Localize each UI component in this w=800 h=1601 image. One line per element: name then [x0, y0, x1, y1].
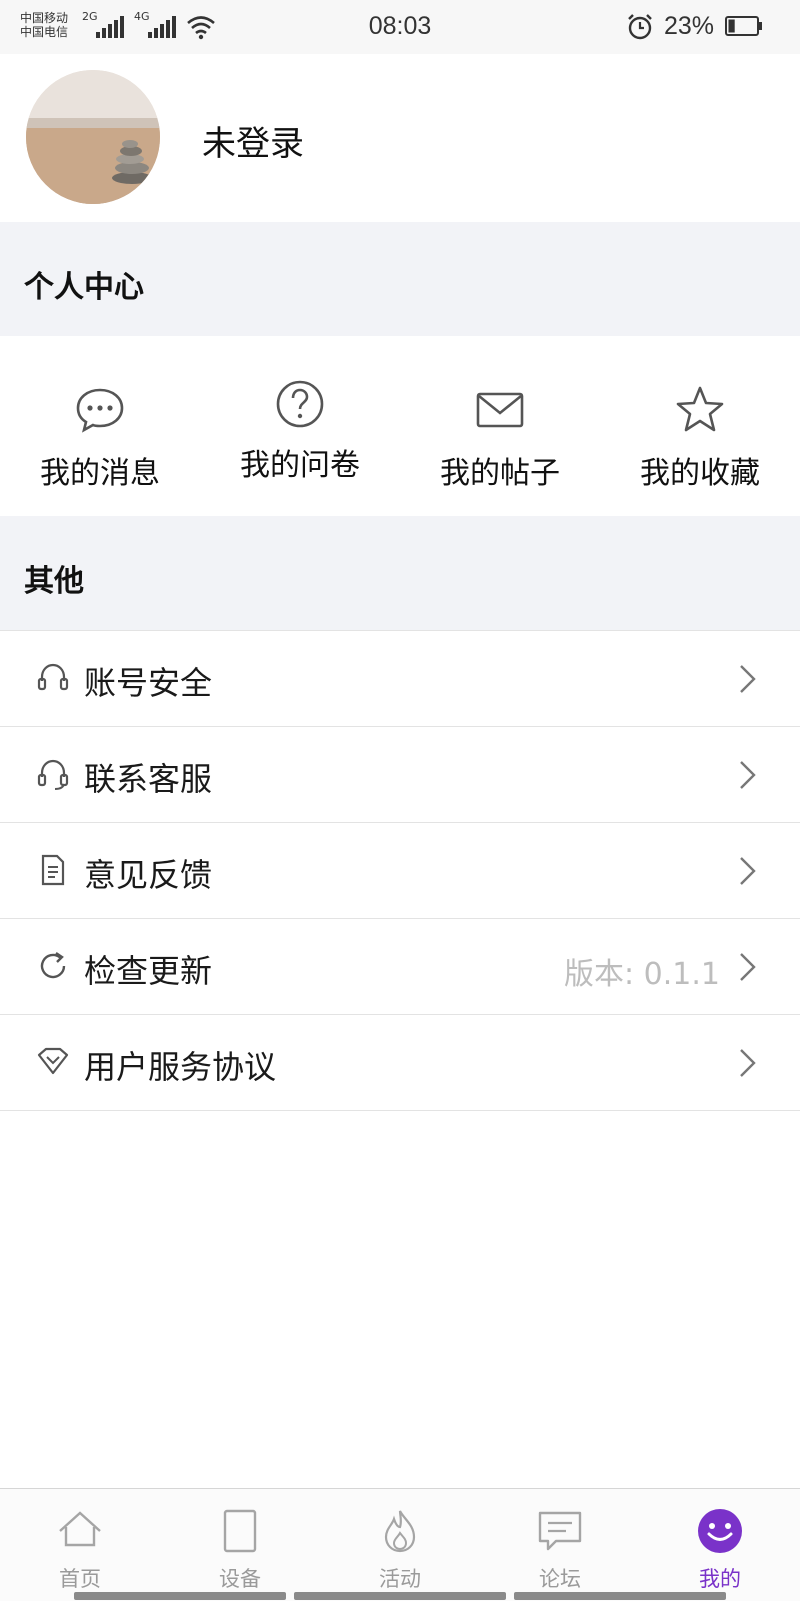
battery-percent: 23%: [664, 12, 715, 40]
device-icon: [223, 1509, 257, 1553]
menu-item-label: 检查更新: [84, 952, 213, 990]
document-icon: [41, 854, 65, 886]
tab-devices[interactable]: 设备: [160, 1489, 320, 1601]
avatar[interactable]: [26, 70, 160, 204]
menu-item-check-update[interactable]: 检查更新 版本: 0.1.1: [0, 918, 800, 1014]
my-surveys-label: 我的问卷: [240, 448, 360, 483]
menu-item-feedback[interactable]: 意见反馈: [0, 822, 800, 918]
refresh-icon: [40, 952, 66, 979]
menu-item-contact-support[interactable]: 联系客服: [0, 726, 800, 822]
chat-bubble-icon: [76, 388, 124, 433]
status-bar: 中国移动 中国电信 2G 4G 08:03 23%: [0, 0, 800, 54]
alarm-icon: [628, 14, 652, 40]
tab-forum[interactable]: 论坛: [480, 1489, 640, 1601]
personal-center-header: 个人中心: [0, 222, 800, 336]
tab-home[interactable]: 首页: [0, 1489, 160, 1601]
battery-icon: [725, 16, 762, 36]
tab-label: 活动: [379, 1567, 421, 1591]
bottom-tab-bar: 首页 设备 活动 论坛 我的: [0, 1488, 800, 1601]
menu-item-account-security[interactable]: 账号安全: [0, 630, 800, 726]
envelope-icon: [476, 392, 524, 428]
chevron-right-icon: [740, 857, 756, 885]
menu-item-label: 用户服务协议: [84, 1048, 277, 1086]
menu-item-user-agreement[interactable]: 用户服务协议: [0, 1014, 800, 1111]
flame-icon: [384, 1510, 416, 1553]
chevron-right-icon: [740, 665, 756, 693]
chevron-right-icon: [740, 1049, 756, 1077]
version-value: 版本: 0.1.1: [564, 957, 720, 992]
my-posts-label: 我的帖子: [440, 456, 560, 491]
gesture-bar-left[interactable]: [74, 1592, 286, 1600]
other-menu-list: 账号安全 联系客服 意见反馈 检查更新 版本: 0.1.1 用户服务协议: [0, 630, 800, 1111]
question-circle-icon: [276, 380, 324, 428]
gesture-bar-right[interactable]: [514, 1592, 726, 1600]
tab-mine[interactable]: 我的: [640, 1489, 800, 1601]
tab-label: 我的: [699, 1567, 741, 1591]
chevron-right-icon: [740, 953, 756, 981]
home-icon: [59, 1511, 101, 1547]
avatar-image: [26, 70, 160, 204]
my-messages-label: 我的消息: [40, 456, 160, 491]
headset-icon: [37, 663, 69, 691]
star-icon: [676, 386, 724, 432]
menu-item-label: 意见反馈: [84, 856, 213, 894]
menu-item-label: 账号安全: [84, 664, 213, 702]
shield-icon: [37, 1047, 69, 1075]
profile-header[interactable]: 未登录: [0, 54, 800, 220]
personal-center-title: 个人中心: [24, 270, 144, 305]
chevron-right-icon: [740, 761, 756, 789]
forum-icon: [538, 1511, 582, 1551]
tab-activities[interactable]: 活动: [320, 1489, 480, 1601]
username-label[interactable]: 未登录: [202, 116, 304, 165]
my-favorites-button[interactable]: 我的收藏: [600, 336, 800, 514]
my-surveys-button[interactable]: 我的问卷: [200, 336, 400, 514]
my-posts-button[interactable]: 我的帖子: [400, 336, 600, 514]
personal-center-actions: 我的消息 我的问卷 我的帖子 我的收藏: [0, 336, 800, 514]
smiley-icon: [698, 1509, 742, 1553]
tab-label: 首页: [59, 1567, 101, 1591]
headset-icon: [37, 759, 69, 790]
menu-item-label: 联系客服: [84, 760, 213, 798]
other-header: 其他: [0, 516, 800, 630]
tab-label: 论坛: [539, 1567, 581, 1591]
other-title: 其他: [24, 564, 84, 599]
my-messages-button[interactable]: 我的消息: [0, 336, 200, 514]
gesture-bar-center[interactable]: [294, 1592, 506, 1600]
tab-label: 设备: [219, 1567, 261, 1591]
my-favorites-label: 我的收藏: [640, 456, 760, 491]
